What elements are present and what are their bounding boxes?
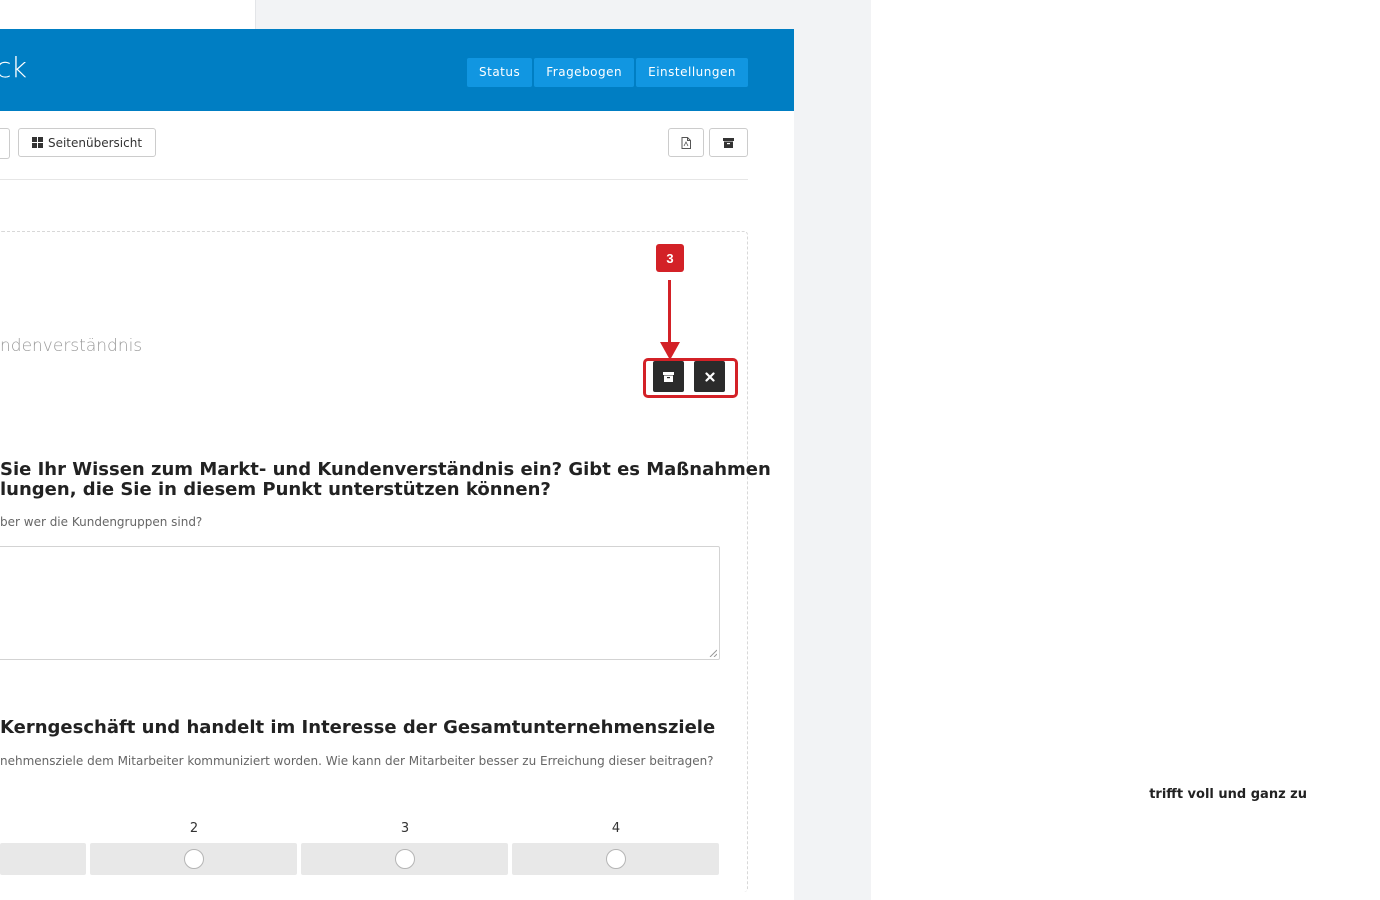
archive-icon <box>663 371 674 382</box>
nav-einstellungen-button[interactable]: Einstellungen <box>636 58 748 87</box>
close-icon <box>704 371 715 382</box>
scale-column-4: 4 <box>611 821 621 836</box>
scale-column-2: 2 <box>189 821 199 836</box>
scale-radio-2[interactable] <box>184 849 204 869</box>
question-2-title: Kerngeschäft und handelt im Interesse de… <box>0 717 716 738</box>
question-2-help: nehmensziele dem Mitarbeiter kommunizier… <box>0 754 714 768</box>
scale-max-label: trifft voll und ganz zu <box>1149 787 1307 802</box>
resize-handle-icon[interactable] <box>709 649 717 657</box>
grid-icon <box>31 137 43 148</box>
question-1-help: ber wer die Kundengruppen sind? <box>0 515 203 529</box>
header-nav: Status Fragebogen Einstellungen <box>467 58 748 87</box>
question-1-answer-textarea[interactable] <box>0 546 720 660</box>
annotation-badge: 3 <box>656 244 684 272</box>
header-bar: ck Status Fragebogen Einstellungen <box>0 29 794 111</box>
export-pdf-button[interactable] <box>668 128 704 157</box>
archive-icon <box>723 137 734 148</box>
pdf-file-icon <box>681 136 691 149</box>
section-title: ndenverständnis <box>0 336 143 356</box>
question-1-title-line2: lungen, die Sie in diesem Punkt unterstü… <box>0 479 551 500</box>
question-1-title-line1: Sie Ihr Wissen zum Markt- und Kundenvers… <box>0 459 771 480</box>
nav-fragebogen-button[interactable]: Fragebogen <box>534 58 635 87</box>
scale-radio-3[interactable] <box>395 849 415 869</box>
annotation-arrow-line <box>668 280 671 346</box>
section-archive-button[interactable] <box>653 361 684 392</box>
top-left-panel <box>0 0 256 29</box>
nav-status-button[interactable]: Status <box>467 58 533 87</box>
scale-column-3: 3 <box>400 821 410 836</box>
page-overview-button[interactable]: Seitenübersicht <box>18 128 156 157</box>
page-overview-label: Seitenübersicht <box>47 135 143 150</box>
scale-radio-4[interactable] <box>606 849 626 869</box>
section-delete-button[interactable] <box>694 361 725 392</box>
archive-toolbar-button[interactable] <box>709 128 748 157</box>
toolbar-divider <box>0 179 748 180</box>
page-title: ck <box>0 51 27 84</box>
scale-cell-partial <box>0 843 86 875</box>
toolbar-button-partial[interactable] <box>0 128 10 159</box>
